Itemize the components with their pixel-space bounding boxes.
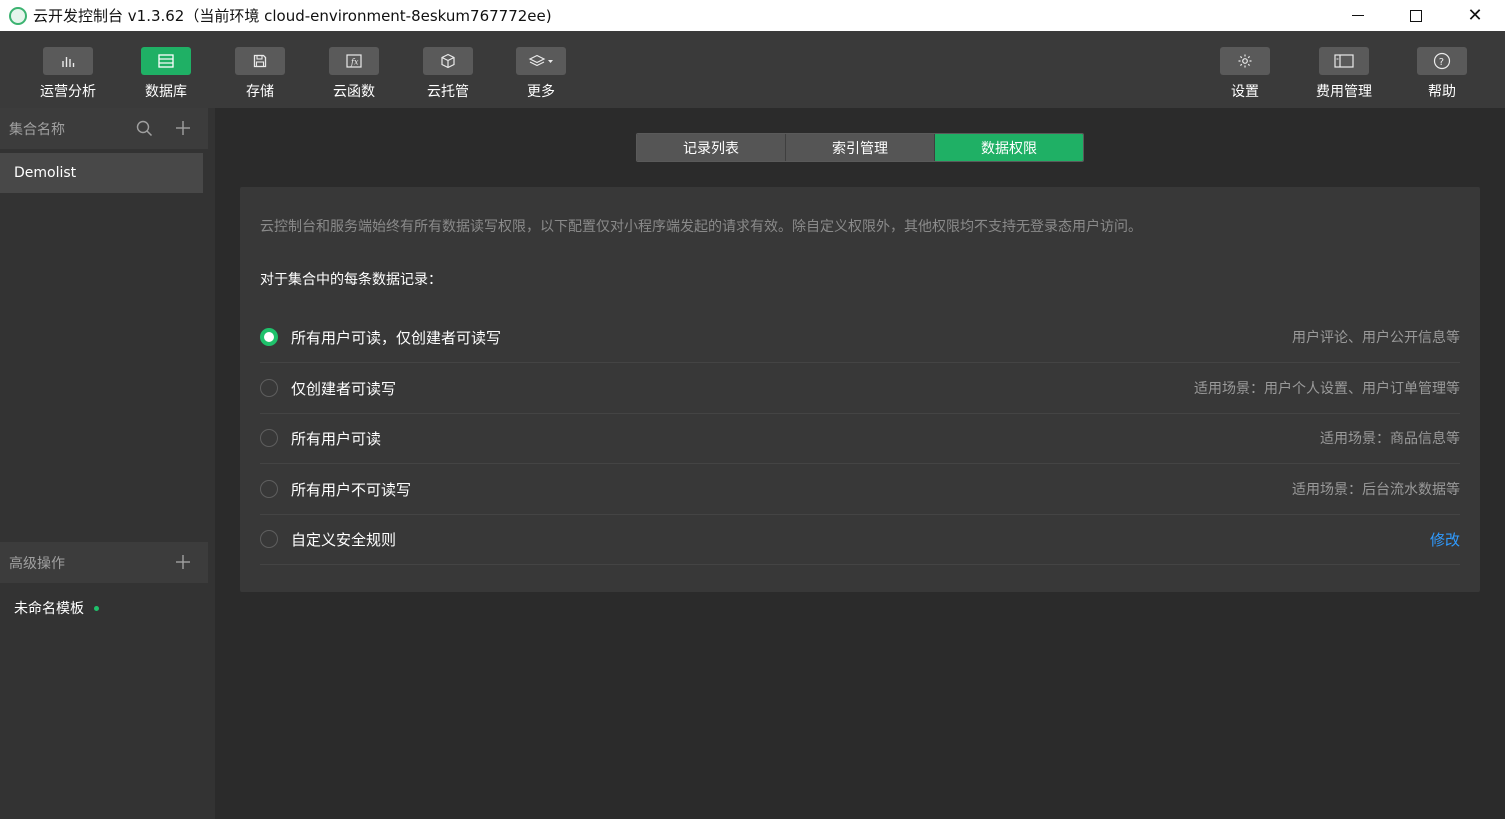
cube-icon	[423, 47, 473, 75]
close-button[interactable]: ✕	[1446, 0, 1504, 31]
tool-help[interactable]: ? 帮助	[1407, 47, 1477, 101]
radio-icon[interactable]	[260, 429, 278, 447]
collection-name: Demolist	[14, 165, 77, 181]
radio-icon[interactable]	[260, 530, 278, 548]
status-dot-icon	[94, 605, 99, 611]
option-hint: 适用场景：后台流水数据等	[1292, 482, 1460, 498]
radio-icon[interactable]	[260, 379, 278, 397]
add-template-icon[interactable]	[174, 553, 192, 571]
permission-option-custom[interactable]: 自定义安全规则 修改	[260, 514, 1460, 565]
permission-option-creator-only[interactable]: 仅创建者可读写 适用场景：用户个人设置、用户订单管理等	[260, 363, 1460, 414]
permission-option-all-read[interactable]: 所有用户可读 适用场景：商品信息等	[260, 413, 1460, 464]
tool-functions[interactable]: fx 云函数	[319, 47, 389, 101]
tool-hosting[interactable]: 云托管	[413, 47, 483, 101]
option-label: 所有用户可读	[291, 429, 382, 448]
tool-billing[interactable]: 费用管理	[1309, 47, 1379, 101]
tool-label: 更多	[527, 84, 555, 100]
option-hint: 用户评论、用户公开信息等	[1292, 330, 1460, 346]
permissions-heading: 对于集合中的每条数据记录：	[260, 272, 442, 288]
option-hint: 适用场景：商品信息等	[1320, 431, 1460, 447]
svg-text:fx: fx	[350, 58, 359, 67]
minimize-icon	[1352, 15, 1364, 16]
function-icon: fx	[329, 47, 379, 75]
gear-icon	[1220, 47, 1270, 75]
tab-indexes[interactable]: 索引管理	[786, 134, 935, 161]
tab-bar: 记录列表 索引管理 数据权限	[636, 133, 1084, 162]
tool-label: 费用管理	[1316, 84, 1372, 100]
tool-storage[interactable]: 存储	[225, 47, 295, 101]
app-logo-icon	[9, 6, 27, 25]
permissions-notice: 云控制台和服务端始终有所有数据读写权限，以下配置仅对小程序端发起的请求有效。除自…	[260, 219, 1142, 235]
option-label: 所有用户可读，仅创建者可读写	[291, 328, 502, 347]
option-label: 所有用户不可读写	[291, 480, 412, 499]
sidebar: 集合名称 Demolist 高级操作 未命名模板	[0, 108, 215, 819]
template-name: 未命名模板	[14, 601, 84, 617]
close-icon: ✕	[1467, 4, 1483, 26]
permissions-panel: 云控制台和服务端始终有所有数据读写权限，以下配置仅对小程序端发起的请求有效。除自…	[240, 187, 1480, 592]
template-item[interactable]: 未命名模板	[0, 588, 203, 628]
tool-more[interactable]: 更多	[506, 47, 576, 101]
tool-label: 运营分析	[40, 84, 96, 100]
tab-records[interactable]: 记录列表	[637, 134, 786, 161]
tool-label: 数据库	[145, 84, 187, 100]
window-title: 云开发控制台 v1.3.62（当前环境 cloud-environment-8e…	[33, 7, 552, 25]
radio-checked-icon[interactable]	[260, 328, 278, 346]
tool-database[interactable]: 数据库	[131, 47, 201, 101]
main-toolbar: 运营分析 数据库 存储 fx 云函数 云托管 更多 设置 费用管理 ? 帮助	[0, 31, 1505, 108]
billing-icon	[1319, 47, 1369, 75]
layers-dropdown-icon	[516, 47, 566, 75]
minimize-button[interactable]	[1329, 0, 1387, 31]
main-content: 记录列表 索引管理 数据权限 云控制台和服务端始终有所有数据读写权限，以下配置仅…	[215, 108, 1505, 819]
save-icon	[235, 47, 285, 75]
tool-label: 存储	[246, 84, 274, 100]
option-label: 仅创建者可读写	[291, 379, 397, 398]
advanced-header: 高级操作	[0, 542, 208, 583]
database-icon	[141, 47, 191, 75]
collection-item[interactable]: Demolist	[0, 153, 203, 193]
permission-option-public-read[interactable]: 所有用户可读，仅创建者可读写 用户评论、用户公开信息等	[260, 312, 1460, 363]
svg-text:?: ?	[1439, 57, 1444, 68]
tool-settings[interactable]: 设置	[1210, 47, 1280, 101]
help-icon: ?	[1417, 47, 1467, 75]
tool-label: 设置	[1231, 84, 1259, 100]
tool-label: 帮助	[1428, 84, 1456, 100]
tool-analytics[interactable]: 运营分析	[33, 47, 103, 101]
collections-header: 集合名称	[0, 108, 208, 149]
collections-header-label: 集合名称	[9, 121, 65, 138]
permission-option-none[interactable]: 所有用户不可读写 适用场景：后台流水数据等	[260, 464, 1460, 515]
radio-icon[interactable]	[260, 480, 278, 498]
add-collection-icon[interactable]	[174, 119, 192, 137]
maximize-button[interactable]	[1387, 0, 1445, 31]
edit-rules-link[interactable]: 修改	[1430, 529, 1460, 550]
tab-permissions[interactable]: 数据权限	[935, 134, 1083, 161]
search-icon[interactable]	[135, 119, 153, 137]
tool-label: 云托管	[427, 84, 469, 100]
tool-label: 云函数	[333, 84, 375, 100]
maximize-icon	[1410, 9, 1422, 22]
advanced-header-label: 高级操作	[9, 555, 65, 572]
option-hint: 适用场景：用户个人设置、用户订单管理等	[1194, 381, 1460, 397]
bar-chart-icon	[43, 47, 93, 75]
option-label: 自定义安全规则	[291, 530, 397, 549]
title-bar: 云开发控制台 v1.3.62（当前环境 cloud-environment-8e…	[0, 0, 1505, 31]
